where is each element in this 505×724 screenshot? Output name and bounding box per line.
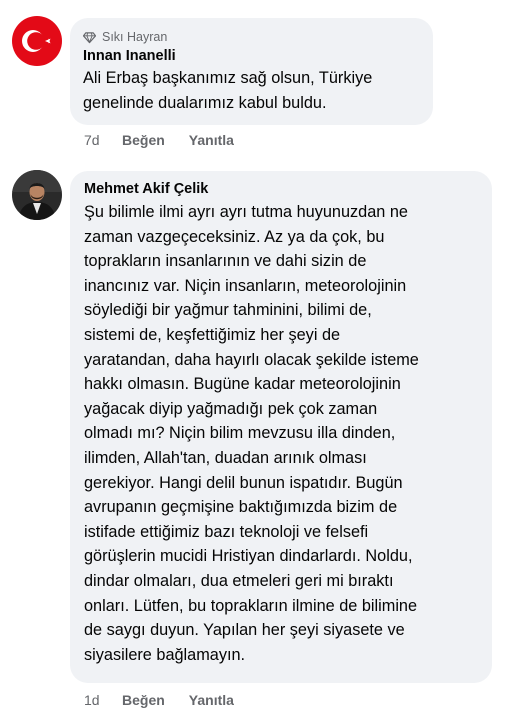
comment-author[interactable]: Mehmet Akif Çelik <box>84 181 478 197</box>
like-button[interactable]: Beğen <box>122 692 165 708</box>
like-button[interactable]: Beğen <box>122 132 165 148</box>
reply-button[interactable]: Yanıtla <box>189 692 234 708</box>
reply-button[interactable]: Yanıtla <box>189 132 234 148</box>
diamond-icon <box>83 31 96 43</box>
commenter-avatar[interactable] <box>12 170 62 220</box>
turkish-flag-icon <box>12 16 62 66</box>
comment-bubble: Mehmet Akif Çelik Şu bilimle ilmi ayrı a… <box>70 171 492 683</box>
comment-bubble: Sıkı Hayran Innan Inanelli Ali Erbaş baş… <box>70 18 433 125</box>
comment-text: Ali Erbaş başkanımız sağ olsun, Türkiye … <box>83 69 373 112</box>
comment-text: Şu bilimle ilmi ayrı ayrı tutma huyunuzd… <box>84 203 419 664</box>
badge-label: Sıkı Hayran <box>102 30 168 44</box>
commenter-avatar[interactable] <box>12 16 62 66</box>
comment-actions: 7d Beğen Yanıtla <box>84 132 234 148</box>
top-fan-badge: Sıkı Hayran <box>83 28 420 46</box>
comment-timestamp[interactable]: 7d <box>84 132 122 148</box>
comment-actions: 1d Beğen Yanıtla <box>84 692 234 708</box>
comment-timestamp[interactable]: 1d <box>84 692 122 708</box>
comment-author[interactable]: Innan Inanelli <box>83 48 420 64</box>
user-photo-icon <box>12 170 62 220</box>
